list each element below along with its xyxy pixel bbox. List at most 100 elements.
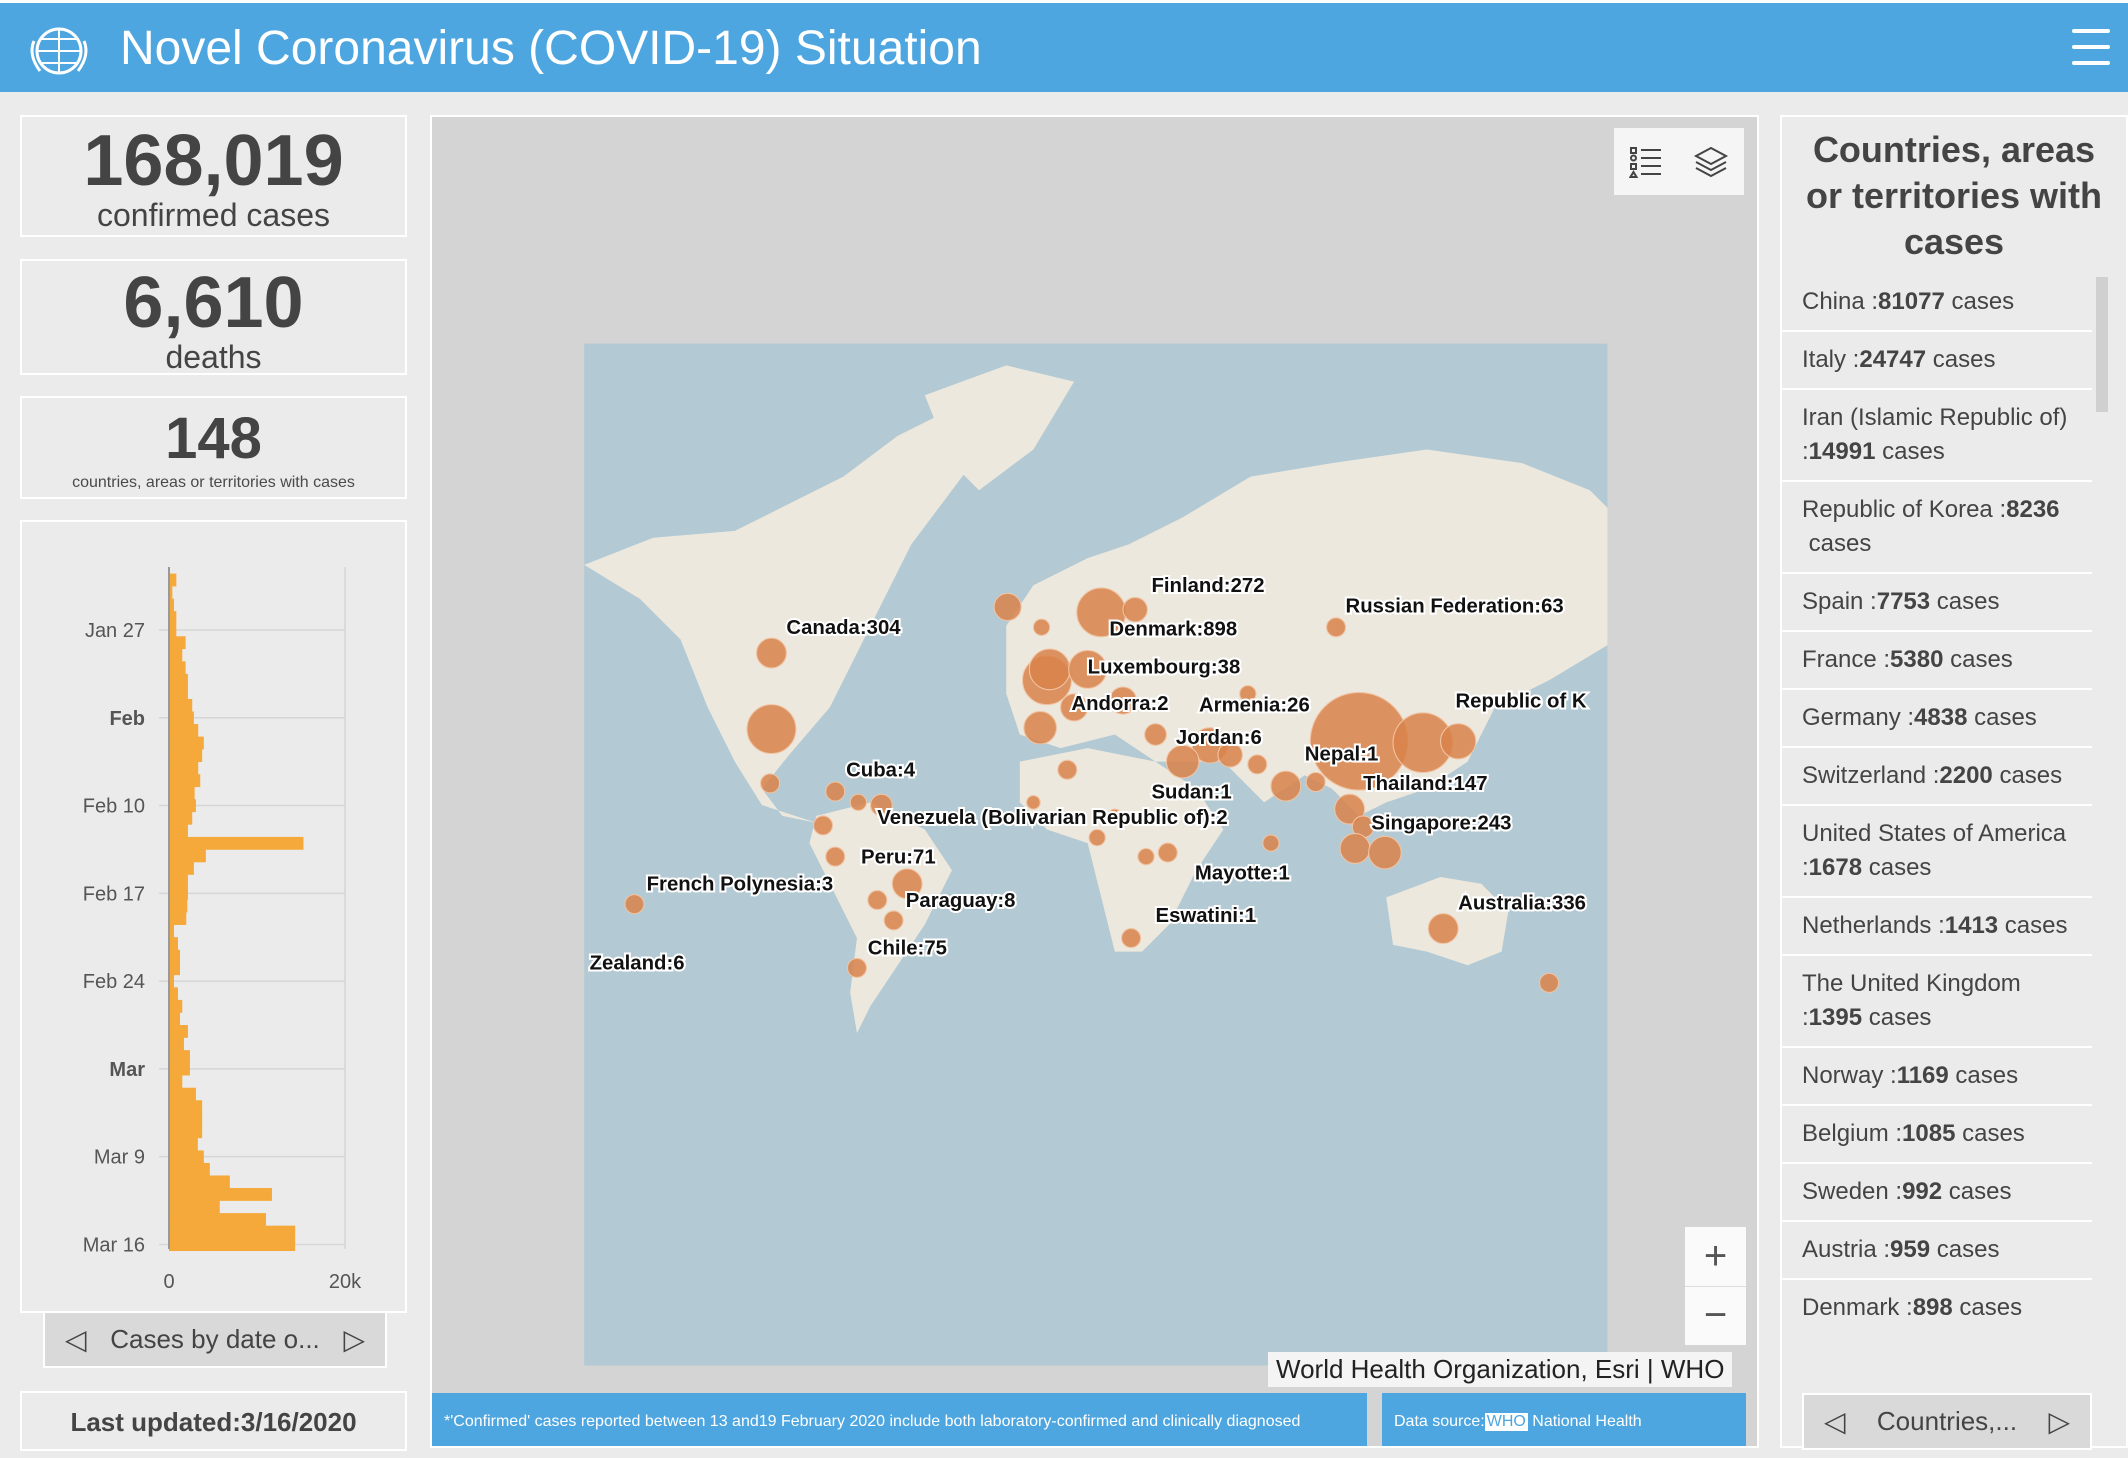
bar[interactable]: [169, 1062, 190, 1076]
bar[interactable]: [169, 1162, 210, 1176]
bar[interactable]: [169, 912, 187, 925]
zoom-in-button[interactable]: +: [1685, 1227, 1746, 1287]
bar[interactable]: [169, 962, 180, 976]
bar[interactable]: [169, 1213, 266, 1226]
list-scrollbar[interactable]: [2096, 277, 2108, 412]
zoom-out-button[interactable]: −: [1685, 1287, 1746, 1346]
bar[interactable]: [169, 661, 186, 675]
next-arrow-icon[interactable]: ▷: [343, 1323, 365, 1356]
bar[interactable]: [169, 799, 196, 813]
case-circle[interactable]: [1325, 617, 1347, 638]
prev-arrow-icon[interactable]: ◁: [65, 1323, 87, 1356]
bar[interactable]: [169, 899, 188, 913]
map-panel[interactable]: Finland:272 Russian Federation:63 Canada:3…: [430, 115, 1759, 1448]
bar[interactable]: [169, 686, 188, 700]
case-circle[interactable]: [1270, 770, 1302, 802]
bar[interactable]: [169, 1125, 203, 1139]
country-list-item[interactable]: Iran (Islamic Republic of) :14991 cases: [1782, 390, 2092, 482]
bar[interactable]: [169, 623, 177, 637]
bar[interactable]: [169, 1150, 204, 1164]
case-circle[interactable]: [1028, 648, 1071, 691]
layers-icon[interactable]: [1693, 145, 1729, 179]
case-circle[interactable]: [1539, 972, 1560, 993]
case-circle[interactable]: [846, 957, 868, 978]
bar[interactable]: [169, 1188, 272, 1201]
case-circle[interactable]: [825, 781, 846, 802]
country-list-item[interactable]: Netherlands :1413 cases: [1782, 898, 2092, 956]
bar[interactable]: [169, 1087, 196, 1101]
bar[interactable]: [169, 811, 193, 825]
bar[interactable]: [169, 1238, 296, 1252]
bar[interactable]: [169, 724, 199, 737]
bar[interactable]: [169, 1025, 188, 1038]
bar[interactable]: [169, 1012, 180, 1026]
bar[interactable]: [169, 836, 304, 850]
bar[interactable]: [169, 736, 204, 750]
bar[interactable]: [169, 636, 186, 650]
case-circle[interactable]: [1247, 754, 1268, 775]
bar[interactable]: [169, 1050, 190, 1063]
country-list-item[interactable]: Norway :1169 cases: [1782, 1048, 2092, 1106]
case-circle[interactable]: [1427, 913, 1459, 945]
country-list-item[interactable]: Germany :4838 cases: [1782, 690, 2092, 748]
case-circle[interactable]: [825, 846, 846, 867]
country-list-item[interactable]: France :5380 cases: [1782, 632, 2092, 690]
bar[interactable]: [169, 786, 195, 800]
bar[interactable]: [169, 987, 178, 1001]
bar[interactable]: [169, 1112, 203, 1126]
bar[interactable]: [169, 761, 199, 775]
case-circle[interactable]: [1088, 828, 1106, 847]
case-circle[interactable]: [1032, 618, 1051, 636]
next-arrow-icon[interactable]: ▷: [2048, 1405, 2070, 1438]
case-circle[interactable]: [746, 704, 797, 755]
bar[interactable]: [169, 887, 188, 900]
case-circle[interactable]: [1121, 928, 1142, 949]
case-circle[interactable]: [1157, 842, 1178, 863]
country-list-item[interactable]: Republic of Korea :8236 cases: [1782, 482, 2092, 574]
case-circle[interactable]: [1023, 710, 1058, 745]
case-circle[interactable]: [812, 815, 834, 836]
legend-icon[interactable]: [1629, 145, 1663, 179]
country-list-item[interactable]: Denmark :898 cases: [1782, 1280, 2092, 1334]
bar[interactable]: [169, 698, 193, 712]
case-circle[interactable]: [993, 592, 1022, 622]
bar[interactable]: [169, 999, 183, 1013]
country-list-item[interactable]: Belgium :1085 cases: [1782, 1106, 2092, 1164]
bar[interactable]: [169, 611, 177, 625]
case-circle[interactable]: [883, 910, 904, 931]
bar[interactable]: [169, 1100, 203, 1114]
country-list-item[interactable]: The United Kingdom :1395 cases: [1782, 956, 2092, 1048]
case-circle[interactable]: [1057, 759, 1078, 780]
case-circle[interactable]: [1165, 744, 1200, 779]
bar[interactable]: [169, 648, 183, 662]
bar[interactable]: [169, 1175, 230, 1189]
countries-list[interactable]: China :81077 cases Italy :24747 cases Iran…: [1782, 274, 2092, 1334]
bar[interactable]: [169, 861, 194, 875]
country-list-item[interactable]: Sweden :992 cases: [1782, 1164, 2092, 1222]
case-circle[interactable]: [760, 773, 781, 794]
case-circle[interactable]: [1262, 834, 1280, 852]
bar[interactable]: [169, 1075, 183, 1089]
case-circle[interactable]: [849, 793, 868, 812]
bar[interactable]: [169, 711, 194, 725]
country-list-item[interactable]: Spain :7753 cases: [1782, 574, 2092, 632]
bar[interactable]: [169, 1225, 296, 1239]
bar[interactable]: [169, 949, 180, 963]
country-list-item[interactable]: United States of America :1678 cases: [1782, 806, 2092, 898]
bar[interactable]: [169, 573, 177, 587]
bar[interactable]: [169, 824, 188, 838]
case-circle[interactable]: [1368, 835, 1402, 870]
hamburger-icon[interactable]: [2072, 29, 2110, 65]
bar[interactable]: [169, 774, 201, 788]
bar[interactable]: [169, 1037, 184, 1051]
country-list-item[interactable]: China :81077 cases: [1782, 274, 2092, 332]
bar[interactable]: [169, 874, 188, 888]
bar[interactable]: [169, 749, 203, 762]
case-circle[interactable]: [1339, 833, 1371, 864]
country-list-item[interactable]: Austria :959 cases: [1782, 1222, 2092, 1280]
bar[interactable]: [169, 1200, 220, 1214]
bar[interactable]: [169, 937, 178, 951]
case-circle[interactable]: [1439, 723, 1477, 760]
bar[interactable]: [169, 1137, 198, 1151]
prev-arrow-icon[interactable]: ◁: [1824, 1405, 1846, 1438]
